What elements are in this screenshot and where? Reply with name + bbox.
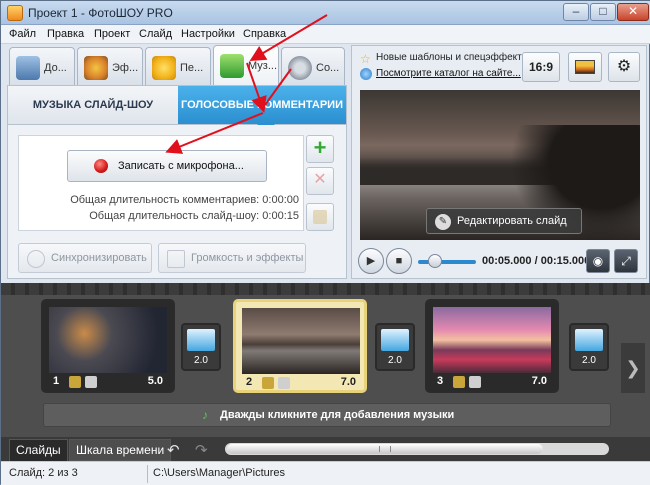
- close-button[interactable]: ✕: [617, 3, 649, 21]
- record-dot-icon: [94, 159, 108, 173]
- stop-button[interactable]: ■: [386, 248, 412, 274]
- gear-icon: ⚙: [616, 58, 632, 75]
- menu-help[interactable]: Справка: [243, 28, 286, 40]
- pencil-icon[interactable]: [453, 376, 465, 388]
- app-logo-icon: [7, 5, 23, 21]
- transition-icon: [187, 329, 215, 351]
- scrollbar-thumb[interactable]: [227, 444, 543, 454]
- slide-preview: ✎ Редактировать слайд: [360, 90, 640, 240]
- undo-icon[interactable]: ↶: [167, 441, 180, 459]
- clock-icon: [27, 250, 45, 268]
- music-settings-icon: [167, 250, 185, 268]
- clear-comments-button[interactable]: [306, 203, 334, 231]
- add-comment-button[interactable]: +: [306, 135, 334, 163]
- star-outline-icon: ☆: [360, 52, 371, 66]
- music-track[interactable]: ♪ Дважды кликните для добавления музыки: [43, 403, 611, 427]
- maximize-button[interactable]: □: [590, 3, 616, 21]
- record-microphone-button[interactable]: Записать с микрофона...: [67, 150, 267, 182]
- music-note-icon: ♪: [202, 408, 208, 422]
- transition-thumbnail[interactable]: 2.0: [375, 323, 415, 371]
- total-comments-duration: Общая длительность комментариев: 0:00:00: [70, 194, 299, 206]
- menu-project[interactable]: Проект: [94, 28, 130, 40]
- voice-comments-panel: Записать с микрофона... Общая длительнос…: [7, 125, 347, 279]
- preview-panel: ☆ Новые шаблоны и спецэффекты Посмотрите…: [351, 45, 647, 279]
- slide-thumbnail-selected[interactable]: 2 7.0: [233, 299, 367, 393]
- tab-transitions[interactable]: Пе...: [145, 47, 211, 85]
- pencil-icon[interactable]: [69, 376, 81, 388]
- camera-icon: [16, 56, 40, 80]
- aspect-ratio-button[interactable]: 16:9: [522, 52, 560, 82]
- sync-button[interactable]: Синхронизировать: [18, 243, 152, 273]
- broom-icon: [313, 210, 327, 224]
- status-slide: Слайд: 2 из 3: [9, 467, 78, 479]
- slide-image: [242, 308, 360, 374]
- tab-slideshow-music[interactable]: МУЗЫКА СЛАЙД-ШОУ: [8, 86, 178, 124]
- time-display: 00:05.000 / 00:15.000: [482, 255, 591, 267]
- globe-icon: [360, 68, 372, 80]
- settings-button[interactable]: ⚙: [608, 52, 640, 82]
- tab-save[interactable]: Со...: [281, 47, 345, 85]
- slide-image: [433, 307, 551, 373]
- background-image-button[interactable]: [568, 52, 602, 82]
- speaker-icon[interactable]: [85, 376, 97, 388]
- title-bar: Проект 1 - ФотоШОУ PRO – □ ✕: [1, 1, 650, 25]
- menu-bar: Файл Правка Проект Слайд Настройки Справ…: [1, 25, 650, 44]
- timeline-scrollbar[interactable]: [225, 443, 609, 455]
- pencil-icon[interactable]: [262, 377, 274, 389]
- slide-thumbnail[interactable]: 1 5.0: [41, 299, 175, 393]
- tab-photos[interactable]: До...: [9, 47, 75, 85]
- transition-icon: [381, 329, 409, 351]
- status-bar: Слайд: 2 из 3 C:\Users\Manager\Pictures: [1, 461, 650, 485]
- tab-music[interactable]: Муз...: [213, 45, 279, 85]
- player-controls: ▶ ■ 00:05.000 / 00:15.000 ◉ ⤢: [352, 246, 646, 278]
- left-panel: До... Эф... Пе... Муз... Со... МУЗЫКА СЛ…: [7, 45, 347, 279]
- star-icon: [152, 56, 176, 80]
- palette-icon: [84, 56, 108, 80]
- slides-filmstrip: 1 5.0 2.0 2 7.0 2.0 3 7.0 2.0 ❯ ♪ Дважды…: [1, 283, 650, 437]
- tab-slides[interactable]: Слайды: [9, 439, 68, 461]
- menu-edit[interactable]: Правка: [47, 28, 84, 40]
- speaker-icon[interactable]: [278, 377, 290, 389]
- speaker-icon[interactable]: [469, 376, 481, 388]
- app-window: Проект 1 - ФотоШОУ PRO – □ ✕ Файл Правка…: [0, 0, 650, 485]
- slide-image: [49, 307, 167, 373]
- transition-icon: [575, 329, 603, 351]
- edit-slide-button[interactable]: ✎ Редактировать слайд: [426, 208, 582, 234]
- delete-comment-button[interactable]: ✕: [306, 167, 334, 195]
- play-button[interactable]: ▶: [358, 248, 384, 274]
- playback-position-knob[interactable]: [428, 254, 442, 268]
- pencil-icon: ✎: [435, 214, 451, 230]
- music-note-icon: [220, 54, 244, 78]
- slide-thumbnail[interactable]: 3 7.0: [425, 299, 559, 393]
- fullscreen-button[interactable]: ⤢: [614, 249, 638, 273]
- menu-settings[interactable]: Настройки: [181, 28, 235, 40]
- main-tabs: До... Эф... Пе... Муз... Со...: [7, 45, 347, 85]
- total-slideshow-duration: Общая длительность слайд-шоу: 0:00:15: [89, 210, 299, 222]
- timeline-toolbar: Слайды Шкала времени ↶ ↷: [1, 437, 650, 461]
- scroll-right-arrow[interactable]: ❯: [621, 343, 645, 393]
- landscape-image-icon: [575, 60, 595, 74]
- redo-icon[interactable]: ↷: [195, 441, 208, 459]
- film-reel-icon: [288, 56, 312, 80]
- window-title: Проект 1 - ФотоШОУ PRO: [28, 6, 173, 20]
- tab-voice-comments[interactable]: ГОЛОСОВЫЕ КОММЕНТАРИИ: [178, 86, 346, 124]
- transition-thumbnail[interactable]: 2.0: [569, 323, 609, 371]
- music-subtabs: МУЗЫКА СЛАЙД-ШОУ ГОЛОСОВЫЕ КОММЕНТАРИИ: [7, 85, 347, 132]
- menu-slide[interactable]: Слайд: [139, 28, 172, 40]
- voice-comments-box: Записать с микрофона... Общая длительнос…: [18, 135, 304, 231]
- status-path: C:\Users\Manager\Pictures: [153, 467, 286, 479]
- snapshot-button[interactable]: ◉: [586, 249, 610, 273]
- minimize-button[interactable]: –: [563, 3, 589, 21]
- tab-effects[interactable]: Эф...: [77, 47, 143, 85]
- transition-thumbnail[interactable]: 2.0: [181, 323, 221, 371]
- tab-timeline[interactable]: Шкала времени: [69, 439, 172, 461]
- menu-file[interactable]: Файл: [9, 28, 36, 40]
- volume-effects-button[interactable]: Громкость и эффекты: [158, 243, 306, 273]
- playback-track[interactable]: [418, 260, 476, 264]
